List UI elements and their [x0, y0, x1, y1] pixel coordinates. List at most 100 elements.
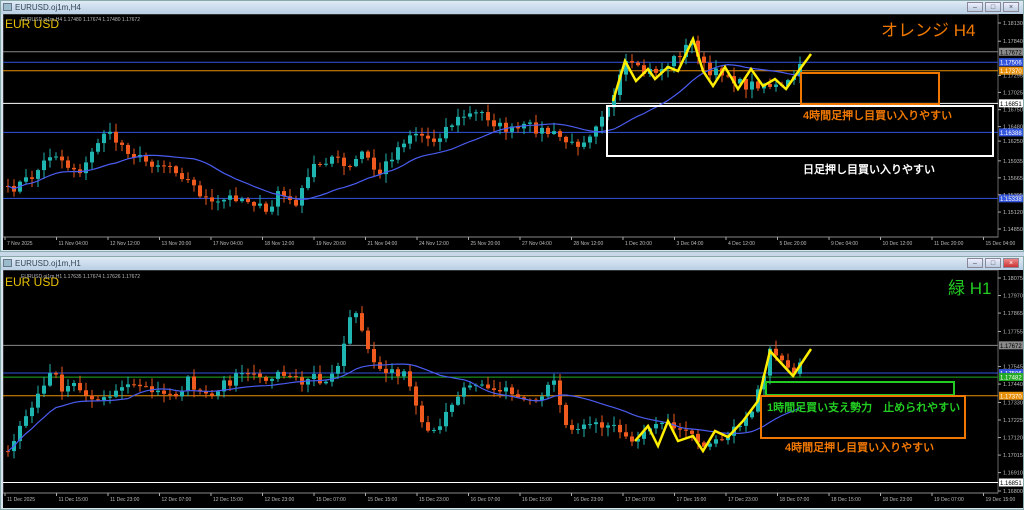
- candle-body: [174, 394, 178, 397]
- price-axis-label: 1.15665: [1003, 176, 1023, 182]
- candle-body: [66, 386, 70, 392]
- time-axis-label: 11 Dec 2025: [7, 497, 35, 503]
- time-axis-label: 18 Dec 07:00: [780, 497, 810, 503]
- candle-body: [390, 369, 394, 374]
- time-axis-label: 18 Nov 12:00: [265, 241, 295, 247]
- price-marker-label: 1.17506: [1000, 61, 1022, 67]
- h4-title-bar[interactable]: EURUSD.oj1m,H4 – □ ×: [1, 1, 1023, 14]
- zigzag-line: [634, 348, 813, 454]
- candle-body: [474, 112, 478, 114]
- candle-body: [768, 83, 772, 87]
- candle-body: [468, 113, 472, 117]
- price-axis-label: 1.17865: [1003, 311, 1023, 317]
- candle-body: [348, 317, 352, 344]
- candle-body: [426, 422, 430, 431]
- candle-body: [294, 199, 298, 206]
- candle-body: [690, 430, 694, 434]
- minimize-button[interactable]: –: [967, 258, 983, 268]
- candle-body: [198, 185, 202, 197]
- price-axis-label: 1.17295: [1003, 73, 1023, 79]
- candle-body: [312, 374, 316, 379]
- price-axis-label: 1.16250: [1003, 139, 1023, 145]
- minimize-button[interactable]: –: [967, 2, 983, 12]
- candle-body: [348, 166, 352, 168]
- candle-body: [108, 396, 112, 398]
- price-axis-label: 1.17120: [1003, 436, 1023, 442]
- candle-body: [486, 384, 490, 389]
- price-axis-label: 1.17330: [1003, 400, 1023, 406]
- price-axis-label: 1.17970: [1003, 294, 1023, 300]
- candle-body: [24, 416, 28, 426]
- candle-body: [234, 373, 238, 386]
- candle-body: [42, 160, 46, 171]
- candle-body: [444, 126, 448, 139]
- candle-body: [462, 116, 466, 118]
- candle-body: [630, 61, 634, 63]
- price-axis-label: 1.17015: [1003, 453, 1023, 459]
- candle-body: [54, 156, 58, 158]
- candle-body: [216, 391, 220, 396]
- candle-body: [186, 179, 190, 181]
- candle-body: [66, 160, 70, 168]
- time-axis-label: 17 Nov 04:00: [213, 241, 243, 247]
- candle-body: [450, 125, 454, 127]
- candle-body: [750, 81, 754, 90]
- candle-body: [180, 173, 184, 180]
- candle-body: [288, 375, 292, 377]
- maximize-button[interactable]: □: [985, 2, 1001, 12]
- candle-body: [780, 355, 784, 361]
- candle-body: [600, 116, 604, 127]
- time-axis-label: 18 Dec 23:00: [883, 497, 913, 503]
- candle-body: [270, 206, 274, 212]
- h1-chart[interactable]: 1.176721.175061.174821.173701.168511.180…: [3, 270, 1023, 508]
- h4-chart-window: EURUSD.oj1m,H4 – □ × 1.17672 1.17506 1.17370…: [0, 0, 1024, 252]
- candle-body: [450, 404, 454, 412]
- candle-body: [126, 144, 130, 154]
- h1-title-bar[interactable]: EURUSD.oj1m,H1 – □ ×: [1, 257, 1023, 270]
- candle-body: [420, 405, 424, 423]
- candle-body: [252, 373, 256, 375]
- time-axis-label: 17 Dec 07:00: [625, 497, 655, 503]
- candle-body: [504, 387, 508, 392]
- time-axis-label: 17 Dec 15:00: [677, 497, 707, 503]
- candle-body: [420, 133, 424, 136]
- time-axis-label: 11 Dec 15:00: [59, 497, 89, 503]
- candle-body: [48, 373, 52, 386]
- candle-body: [258, 373, 262, 378]
- candle-body: [564, 136, 568, 143]
- candle-body: [330, 156, 334, 164]
- window-title: EURUSD.oj1m,H1: [15, 259, 81, 268]
- time-axis-label: 25 Nov 20:00: [471, 241, 501, 247]
- annotation-text: 4時間足押し目買い入りやすい: [785, 440, 934, 454]
- time-axis-label: 9 Dec 04:00: [831, 241, 858, 247]
- chart-window-icon: [3, 3, 12, 11]
- price-axis-label: 1.16480: [1003, 125, 1023, 131]
- candle-body: [774, 84, 778, 87]
- candle-body: [132, 384, 136, 386]
- candle-body: [42, 385, 46, 394]
- close-button[interactable]: ×: [1003, 258, 1019, 268]
- candle-body: [270, 378, 274, 381]
- ohlc-readout: EURUSD.oj1m,H4 1.17480 1.17674 1.17480 1…: [21, 17, 140, 23]
- maximize-button[interactable]: □: [985, 258, 1001, 268]
- h4-chart[interactable]: 1.176721.175061.173701.168511.163881.153…: [3, 14, 1023, 250]
- time-axis-label: 12 Nov 12:00: [110, 241, 140, 247]
- candle-body: [306, 378, 310, 385]
- candle-body: [510, 387, 514, 395]
- candle-body: [714, 439, 718, 444]
- candle-body: [492, 120, 496, 127]
- candle-body: [324, 163, 328, 165]
- close-button[interactable]: ×: [1003, 2, 1019, 12]
- candle-body: [306, 177, 310, 189]
- candle-body: [594, 422, 598, 425]
- candle-body: [318, 374, 322, 384]
- candle-body: [114, 390, 118, 397]
- candle-body: [366, 151, 370, 158]
- price-marker-label: 1.17370: [1000, 394, 1022, 400]
- candle-body: [246, 373, 250, 375]
- candle-body: [684, 429, 688, 431]
- candle-body: [192, 376, 196, 390]
- candle-body: [678, 56, 682, 58]
- time-axis-label: 12 Dec 23:00: [265, 497, 295, 503]
- candle-body: [438, 426, 442, 430]
